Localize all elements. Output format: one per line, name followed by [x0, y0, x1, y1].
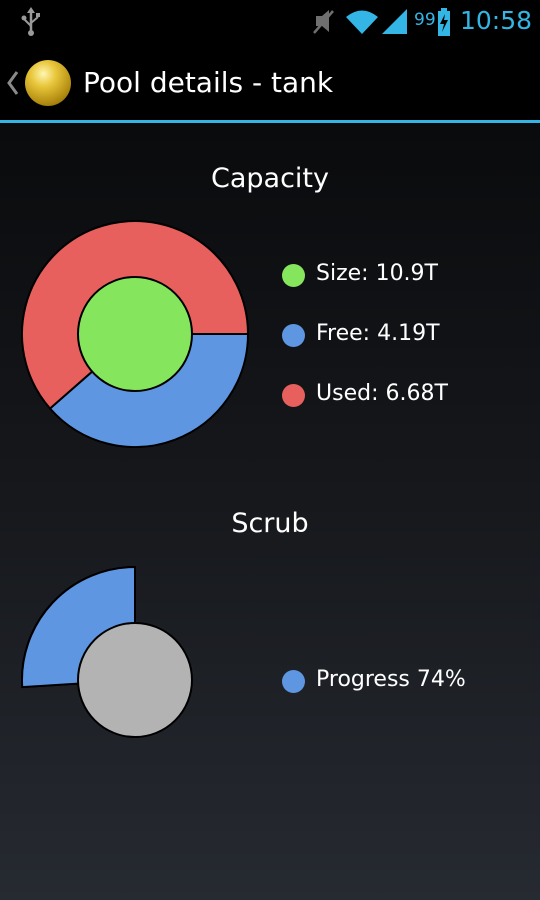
legend-dot — [282, 670, 305, 693]
battery-percent: 99 — [414, 10, 436, 30]
legend-label: Size: 10.9T — [316, 261, 438, 286]
legend-label: Progress 74% — [316, 667, 466, 692]
legend-dot — [282, 324, 305, 347]
back-chevron-icon[interactable] — [6, 70, 20, 100]
legend-label: Used: 6.68T — [316, 381, 448, 406]
legend-dot — [282, 384, 305, 407]
legend-label: Free: 4.19T — [316, 321, 440, 346]
capacity-title: Capacity — [211, 163, 329, 194]
signal-icon — [382, 9, 407, 34]
mute-icon — [313, 10, 334, 34]
capacity-chart — [21, 220, 250, 448]
app-icon[interactable] — [25, 60, 71, 106]
battery-charging-icon — [437, 8, 451, 40]
wifi-icon — [346, 10, 378, 34]
size-center-disc — [77, 276, 193, 392]
scrub-title: Scrub — [231, 508, 309, 539]
status-icons — [310, 6, 415, 42]
usb-icon — [20, 6, 42, 40]
page-title: Pool details - tank — [83, 66, 334, 99]
legend-dot — [282, 264, 305, 287]
status-bar: 99 10:58 — [0, 0, 540, 44]
scrub-chart — [21, 565, 193, 738]
scrub-center-disc — [77, 622, 193, 738]
clock: 10:58 — [460, 6, 533, 35]
action-bar-divider — [0, 120, 540, 123]
action-bar: Pool details - tank — [0, 44, 540, 122]
